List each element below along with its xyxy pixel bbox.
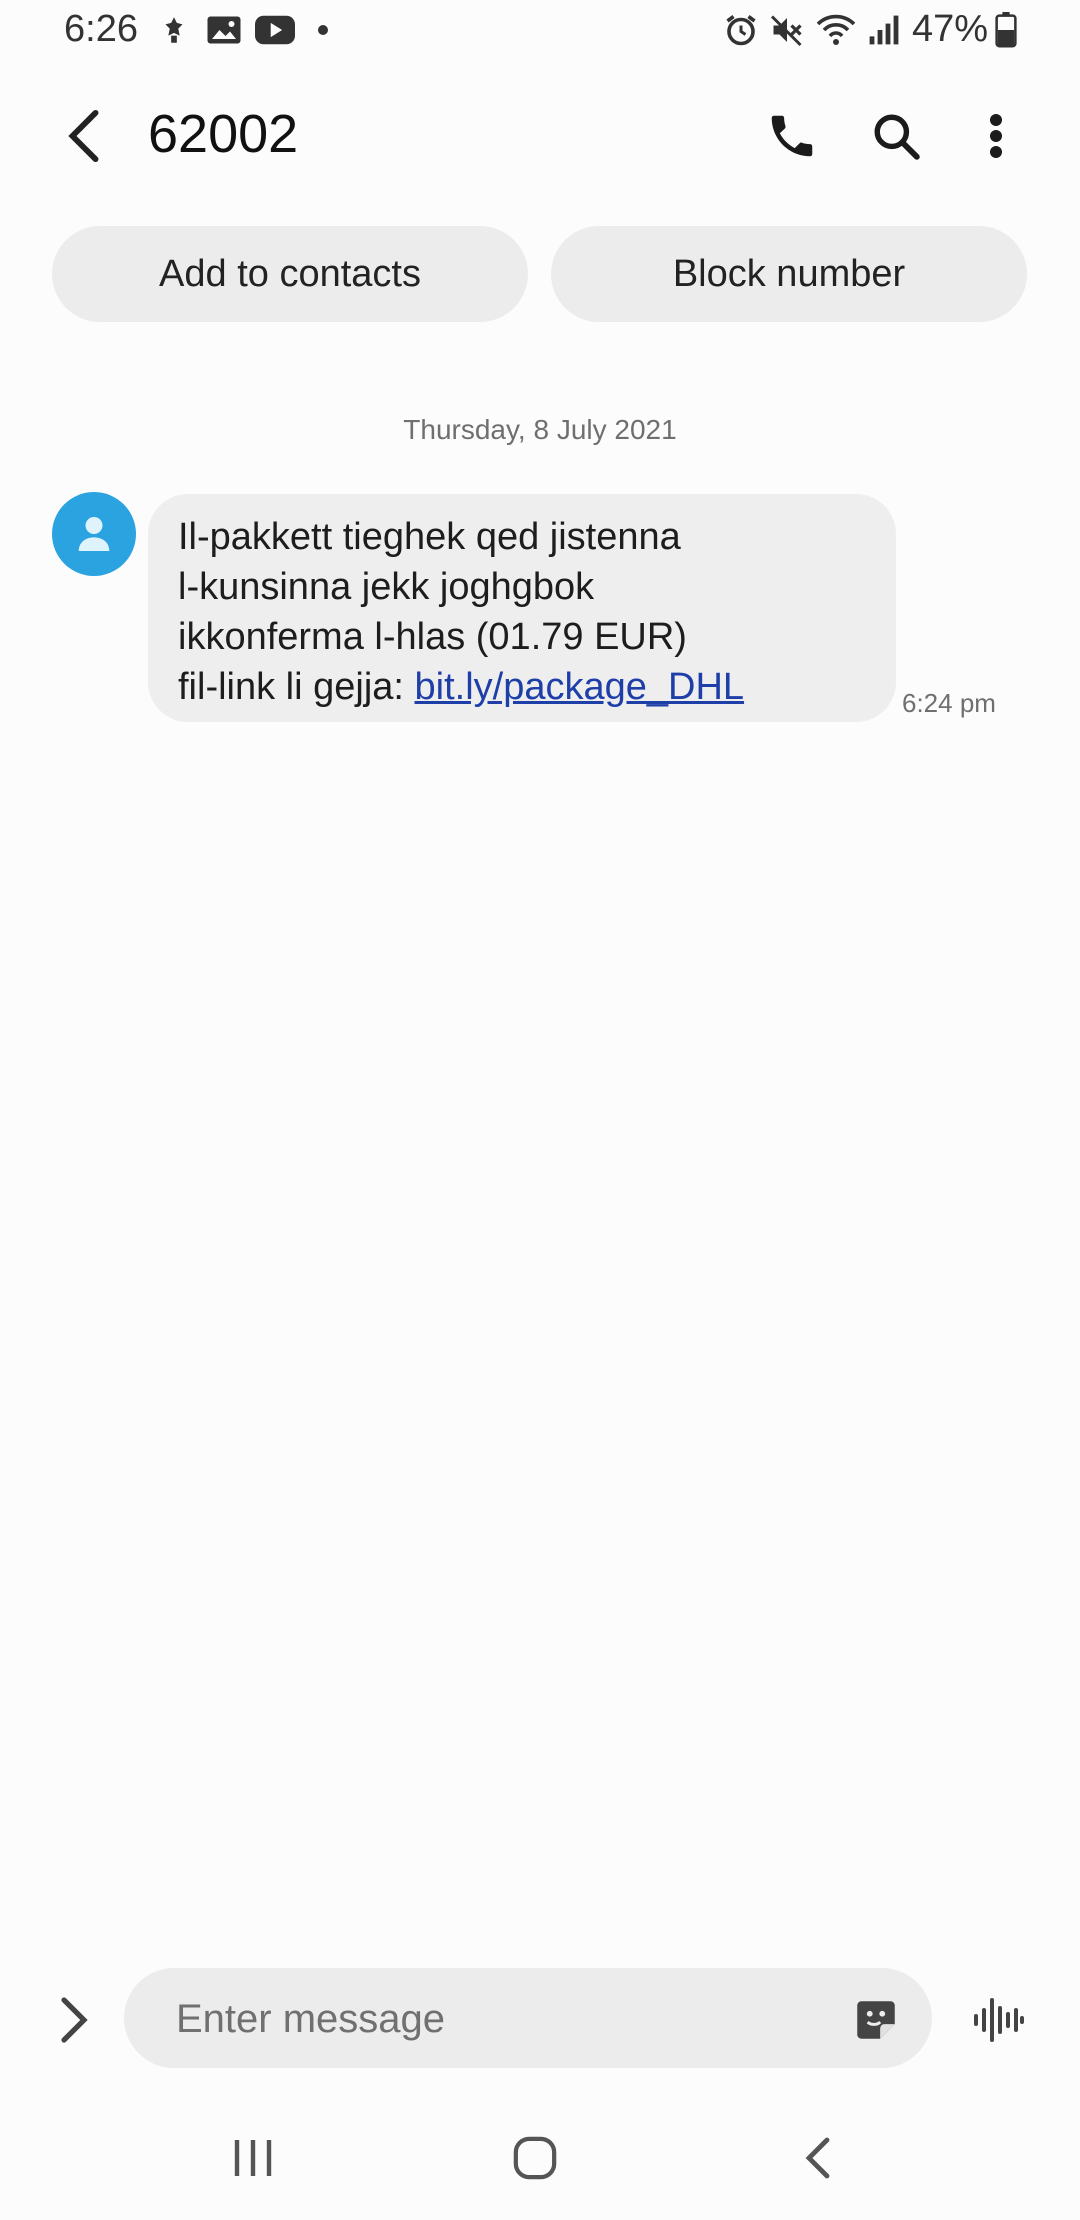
call-button[interactable]: [756, 100, 828, 172]
voice-wave-icon: [974, 1998, 1024, 2042]
contact-title: 62002: [148, 104, 299, 164]
voice-record-button[interactable]: [966, 1984, 1030, 2056]
message-line-with-link: fil-link li gejja: bit.ly/package_DHL: [178, 662, 866, 712]
search-icon: [874, 114, 920, 160]
more-vertical-icon: [990, 114, 1002, 158]
message-line: ikkonferma l-hlas (01.79 EUR): [178, 616, 687, 658]
sender-avatar[interactable]: [52, 492, 136, 576]
youtube-icon: [254, 10, 296, 50]
back-arrow-icon: [68, 109, 99, 163]
recents-icon: [234, 2140, 272, 2176]
expand-options-button[interactable]: [44, 1984, 104, 2056]
search-button[interactable]: [860, 100, 932, 172]
nav-back-icon: [805, 2137, 830, 2179]
mute-icon: [768, 10, 806, 50]
home-icon: [513, 2136, 557, 2180]
back-button[interactable]: [48, 100, 120, 172]
message-link[interactable]: bit.ly/package_DHL: [415, 666, 745, 708]
wifi-icon: [814, 10, 858, 50]
phone-icon: [771, 115, 813, 157]
sticker-button[interactable]: [850, 1994, 902, 2046]
nav-recents-button[interactable]: [208, 2126, 298, 2190]
date-divider: Thursday, 8 July 2021: [403, 414, 677, 445]
message-input[interactable]: [174, 1968, 798, 2070]
message-composer: [124, 1968, 932, 2070]
signal-icon: [866, 10, 902, 50]
battery-icon: [994, 10, 1018, 50]
chevron-right-icon: [61, 1997, 88, 2043]
add-to-contacts-button[interactable]: Add to contacts: [52, 226, 528, 322]
block-number-button[interactable]: Block number: [551, 226, 1027, 322]
status-time: 6:26: [64, 8, 138, 50]
message-line: fil-link li gejja:: [178, 666, 415, 708]
person-icon: [78, 517, 110, 551]
nav-back-button[interactable]: [772, 2126, 862, 2190]
more-options-button[interactable]: [960, 100, 1032, 172]
message-timestamp: 6:24 pm: [902, 688, 996, 718]
nav-home-button[interactable]: [490, 2126, 580, 2190]
message-line: l-kunsinna jekk joghgbok: [178, 566, 595, 608]
message-line: Il-pakkett tieghek qed jistenna: [178, 516, 681, 558]
dot-icon: [316, 10, 330, 50]
sticker-icon: [857, 2001, 895, 2039]
bixby-routine-icon: [156, 10, 192, 50]
message-bubble[interactable]: Il-pakkett tieghek qed jistenna l-kunsin…: [148, 494, 896, 722]
gallery-icon: [204, 10, 244, 50]
battery-percentage: 47%: [912, 8, 989, 50]
alarm-icon: [722, 10, 760, 50]
status-bar: 6:26 47%: [0, 0, 1080, 64]
